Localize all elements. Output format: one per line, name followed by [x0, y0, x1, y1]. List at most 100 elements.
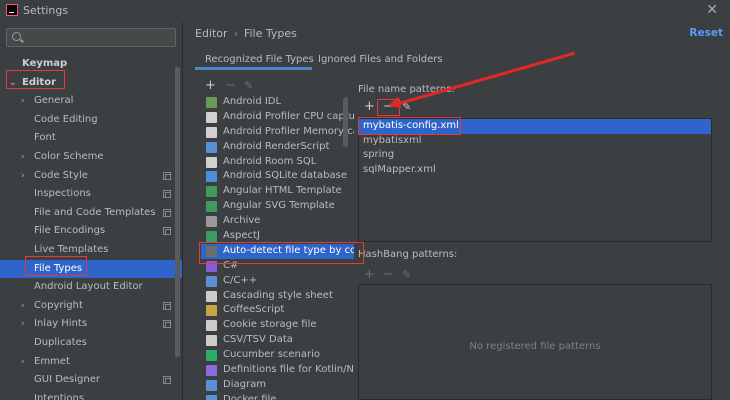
edit-file-type-button[interactable]: ✎: [244, 79, 253, 93]
sidebar-item-duplicates[interactable]: Duplicates: [0, 334, 182, 353]
reset-link[interactable]: Reset: [689, 27, 723, 39]
file-type-label: Android SQLite database: [223, 170, 348, 182]
window-title: Settings: [23, 4, 69, 17]
file-type-label: Android Room SQL: [223, 155, 317, 167]
sidebar-item-intentions[interactable]: Intentions: [0, 390, 182, 400]
file-type-icon: [206, 141, 217, 153]
sidebar-item-general[interactable]: › General: [0, 92, 182, 111]
file-type-icon: [206, 320, 217, 332]
breadcrumb-current: File Types: [243, 27, 297, 40]
chevron-right-icon[interactable]: ›: [21, 167, 25, 186]
chevron-right-icon[interactable]: ›: [21, 148, 25, 167]
sidebar-item-gui-designer[interactable]: GUI Designer: [0, 371, 182, 390]
file-type-icon: [206, 335, 217, 347]
file-type-item[interactable]: Definitions file for Kotlin/Nativ: [201, 363, 354, 378]
sidebar-item-keymap[interactable]: Keymap: [0, 55, 182, 74]
file-type-icon: [206, 290, 217, 302]
file-type-icon: [206, 305, 217, 317]
sidebar-item-label: File Types: [34, 262, 83, 274]
pattern-item[interactable]: spring: [359, 148, 711, 163]
sidebar-item-file-types[interactable]: File Types: [0, 259, 182, 279]
file-types-scrollbar[interactable]: [343, 97, 348, 147]
remove-file-type-button[interactable]: −: [225, 79, 236, 93]
sidebar-item-code-style[interactable]: › Code Style: [0, 167, 182, 186]
file-type-item[interactable]: Archive: [201, 214, 354, 229]
tab-recognized-file-types[interactable]: Recognized File Types: [205, 54, 314, 65]
edit-hashbang-button[interactable]: ✎: [402, 268, 411, 282]
file-type-label: Android Profiler Memory capt: [223, 125, 354, 137]
project-scope-icon: [163, 376, 171, 385]
file-type-icon: [206, 126, 217, 138]
add-file-type-button[interactable]: +: [205, 79, 216, 93]
sidebar-item-font[interactable]: Font: [0, 129, 182, 148]
file-type-item[interactable]: Android Profiler Memory capt: [201, 125, 354, 140]
file-type-item[interactable]: Android RenderScript: [201, 140, 354, 155]
breadcrumb: Editor › File Types: [195, 27, 297, 40]
project-scope-icon: [163, 190, 171, 199]
sidebar-item-file-and-code-templates[interactable]: File and Code Templates: [0, 204, 182, 223]
title-bar: Settings ✕: [0, 0, 730, 22]
sidebar-item-live-templates[interactable]: Live Templates: [0, 241, 182, 260]
file-type-item[interactable]: Cascading style sheet: [201, 289, 354, 304]
file-type-icon: [206, 394, 217, 400]
file-type-icon: [206, 201, 217, 213]
chevron-down-icon[interactable]: ⌄: [9, 74, 17, 93]
file-type-label: Android Profiler CPU capture: [223, 110, 354, 122]
file-type-item[interactable]: Auto-detect file type by conte: [201, 243, 354, 259]
sidebar-item-emmet[interactable]: › Emmet: [0, 353, 182, 372]
chevron-right-icon[interactable]: ›: [21, 92, 25, 111]
breadcrumb-parent[interactable]: Editor: [195, 27, 228, 40]
file-type-item[interactable]: Android IDL: [201, 95, 354, 110]
file-type-item[interactable]: Android SQLite database: [201, 169, 354, 184]
sidebar-item-copyright[interactable]: › Copyright: [0, 297, 182, 316]
chevron-right-icon[interactable]: ›: [21, 315, 25, 334]
sidebar-item-file-encodings[interactable]: File Encodings: [0, 222, 182, 241]
file-type-item[interactable]: Diagram: [201, 378, 354, 393]
file-type-icon: [206, 275, 217, 287]
file-type-label: Cascading style sheet: [223, 289, 333, 301]
sidebar-scrollbar[interactable]: [175, 67, 180, 357]
chevron-right-icon[interactable]: ›: [21, 353, 25, 372]
file-type-item[interactable]: Cookie storage file: [201, 318, 354, 333]
sidebar-item-inspections[interactable]: Inspections: [0, 185, 182, 204]
file-type-icon: [206, 111, 217, 123]
search-input[interactable]: [6, 28, 176, 47]
file-type-label: Diagram: [223, 378, 266, 390]
sidebar-item-inlay-hints[interactable]: › Inlay Hints: [0, 315, 182, 334]
file-type-item[interactable]: CSV/TSV Data: [201, 333, 354, 348]
breadcrumb-separator: ›: [233, 27, 238, 40]
pattern-item[interactable]: mybatisxml: [359, 134, 711, 149]
settings-tree: Keymap ⌄ Editor › General Code Editing Font › Co…: [0, 55, 182, 400]
intellij-app-icon: [6, 4, 18, 16]
sidebar-item-android-layout-editor[interactable]: Android Layout Editor: [0, 278, 182, 297]
tab-ignored-files[interactable]: Ignored Files and Folders: [318, 54, 443, 65]
file-types-panel: Editor › File Types Reset Recognized File …: [184, 22, 730, 400]
close-icon[interactable]: ✕: [706, 2, 718, 18]
file-type-item[interactable]: Android Profiler CPU capture: [201, 110, 354, 125]
add-hashbang-button[interactable]: +: [364, 268, 375, 282]
file-type-item[interactable]: Docker file: [201, 393, 354, 400]
file-type-item[interactable]: Cucumber scenario: [201, 348, 354, 363]
file-type-item[interactable]: Android Room SQL: [201, 155, 354, 170]
file-type-item[interactable]: Angular HTML Template: [201, 184, 354, 199]
empty-patterns-message: No registered file patterns: [469, 341, 601, 352]
file-type-icon: [206, 186, 217, 198]
pattern-item[interactable]: mybatis-config.xml: [359, 119, 711, 134]
file-type-item[interactable]: AspectJ: [201, 229, 354, 244]
sidebar-item-color-scheme[interactable]: › Color Scheme: [0, 148, 182, 167]
file-type-item[interactable]: C#: [201, 259, 354, 274]
chevron-right-icon[interactable]: ›: [21, 297, 25, 316]
sidebar-item-label: File Encodings: [34, 225, 106, 237]
sidebar-item-label: Copyright: [34, 299, 83, 311]
file-type-item[interactable]: CoffeeScript: [201, 303, 354, 318]
file-type-label: Auto-detect file type by conte: [223, 244, 354, 256]
file-type-item[interactable]: C/C++: [201, 274, 354, 289]
sidebar-item-code-editing[interactable]: Code Editing: [0, 111, 182, 130]
sidebar-item-editor[interactable]: ⌄ Editor: [0, 74, 182, 93]
remove-hashbang-button[interactable]: −: [383, 268, 394, 282]
file-type-item[interactable]: Angular SVG Template: [201, 199, 354, 214]
pattern-item[interactable]: sqlMapper.xml: [359, 163, 711, 178]
sidebar-item-label: Code Editing: [34, 113, 98, 125]
file-type-icon: [206, 97, 217, 108]
add-pattern-button[interactable]: +: [364, 100, 375, 114]
